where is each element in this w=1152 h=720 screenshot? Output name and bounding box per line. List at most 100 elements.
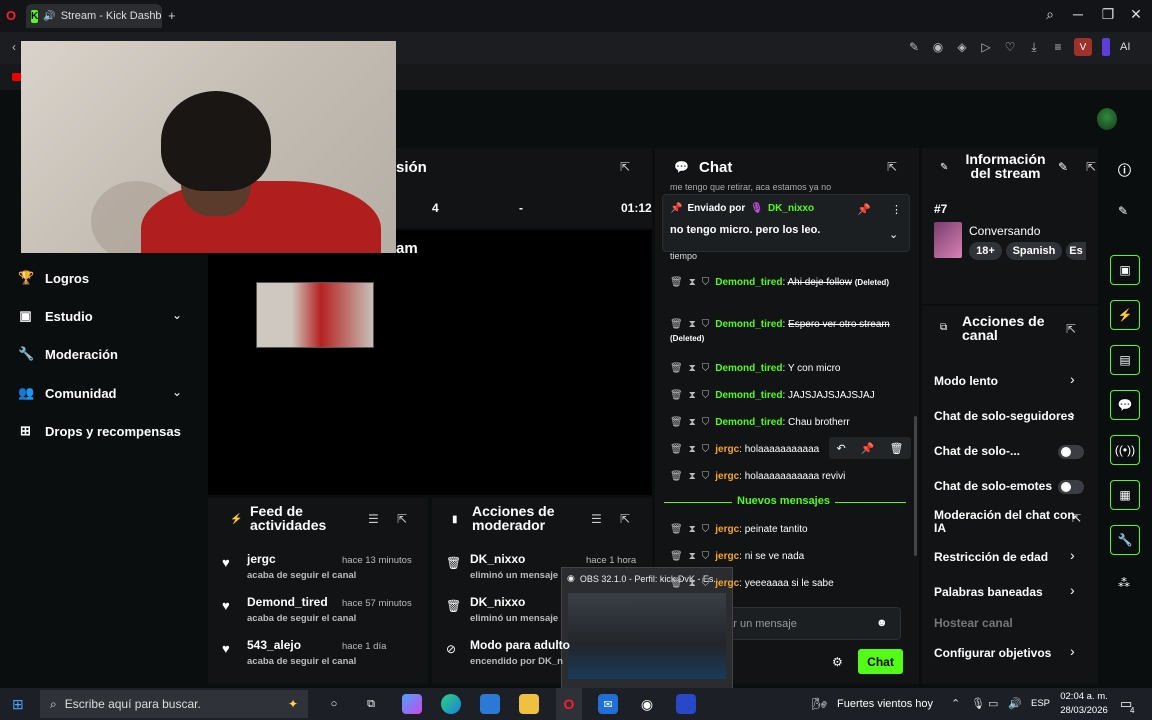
file-explorer-icon[interactable]	[519, 694, 539, 714]
timeout-icon[interactable]: ⧗	[689, 319, 696, 330]
panel-toggle-button[interactable]: ((•))	[1110, 435, 1140, 465]
activity-user[interactable]: Demond_tired	[247, 595, 328, 609]
chevron-down-icon[interactable]: ⌄	[889, 228, 898, 241]
filter-icon[interactable]: ☰	[368, 512, 379, 526]
mod-action-user[interactable]: Modo para adulto	[470, 638, 570, 652]
trash-icon[interactable]: 🗑	[670, 417, 683, 428]
ban-icon[interactable]: ⛉	[702, 363, 710, 374]
channel-action-item[interactable]: Palabras baneadas	[934, 585, 1084, 599]
edit-icon[interactable]: ✎	[1118, 204, 1128, 218]
more-icon[interactable]: ⋮	[891, 203, 902, 216]
mod-action-user[interactable]: DK_nixxo	[470, 595, 525, 609]
language-indicator[interactable]: ESP	[1031, 698, 1050, 709]
profile-avatar[interactable]: V	[1074, 38, 1092, 56]
sidebar-item-logros[interactable]: 🏆 Logros	[18, 266, 89, 290]
expand-icon[interactable]: ⇱	[1086, 160, 1096, 174]
new-tab-icon[interactable]: +	[168, 8, 176, 23]
trash-icon[interactable]: 🗑	[670, 319, 683, 330]
copilot-icon[interactable]	[402, 694, 422, 714]
menu-icon[interactable]: ≡	[1050, 40, 1066, 54]
ban-icon[interactable]: ⛉	[702, 277, 710, 288]
heart-icon[interactable]: ♡	[1002, 40, 1018, 54]
trash-icon[interactable]: 🗑	[670, 524, 683, 535]
send-chat-button[interactable]: Chat	[858, 649, 903, 674]
ban-icon[interactable]: ⛉	[702, 471, 710, 482]
sidebar-item-drops[interactable]: ⊞ Drops y recompensas	[18, 419, 181, 443]
activity-user[interactable]: jergc	[247, 552, 276, 566]
back-icon[interactable]: ‹	[6, 40, 22, 54]
task-view-icon[interactable]: ⧉	[361, 694, 381, 714]
toggle-switch[interactable]	[1058, 480, 1084, 494]
app-icon[interactable]	[676, 694, 696, 714]
clock-date[interactable]: 28/03/2026	[1058, 705, 1110, 716]
chevron-down-icon[interactable]: ⌄	[172, 385, 182, 399]
weather-text[interactable]: Fuertes vientos hoy	[837, 698, 933, 710]
trash-icon[interactable]: 🗑	[670, 363, 683, 374]
chevron-right-icon[interactable]: ›	[1070, 371, 1075, 387]
sidebar-toggle[interactable]	[1102, 38, 1110, 56]
mic-icon[interactable]: 🎙	[971, 697, 985, 710]
trash-icon[interactable]: 🗑	[670, 390, 683, 401]
ban-icon[interactable]: ⛉	[702, 390, 710, 401]
chevron-right-icon[interactable]: ›	[1070, 406, 1075, 422]
stream-preview-thumbnail[interactable]	[256, 282, 374, 348]
mod-action-user[interactable]: DK_nixxo	[470, 552, 525, 566]
taskbar-search[interactable]: ⌕ Escribe aquí para buscar. ✦	[40, 690, 308, 718]
chat-username[interactable]: jergc	[715, 551, 739, 562]
trash-icon[interactable]: 🗑	[670, 444, 683, 455]
expand-icon[interactable]: ⇱	[887, 160, 897, 174]
panel-toggle-button[interactable]: ▤	[1110, 345, 1140, 375]
clock-time[interactable]: 02:04 a. m.	[1058, 691, 1110, 702]
ban-icon[interactable]: ⛉	[702, 551, 710, 562]
unpin-icon[interactable]: 📌	[857, 203, 871, 216]
tray-chevron-icon[interactable]: ⌃	[951, 697, 960, 710]
sidebar-item-estudio[interactable]: ▣ Estudio	[18, 304, 92, 328]
sidebar-item-moderacion[interactable]: 🔧 Moderación	[18, 342, 118, 366]
filter-icon[interactable]: ☰	[591, 512, 602, 526]
camera-icon[interactable]: ◉	[930, 40, 946, 54]
timeout-icon[interactable]: ⧗	[689, 551, 696, 562]
expand-icon[interactable]: ⇱	[1066, 322, 1076, 336]
info-icon[interactable]: ⓘ	[1118, 160, 1131, 179]
timeout-icon[interactable]: ⧗	[689, 444, 696, 455]
user-avatar[interactable]	[1097, 108, 1117, 130]
ai-button[interactable]: AI	[1120, 41, 1130, 53]
expand-icon[interactable]: ⇱	[620, 512, 630, 526]
ban-icon[interactable]: ⛉	[702, 417, 710, 428]
chat-username[interactable]: jergc	[715, 444, 739, 455]
channel-action-item[interactable]: Hostear canal	[934, 616, 1084, 630]
trash-icon[interactable]: 🗑	[670, 471, 683, 482]
channel-action-item[interactable]: Configurar objetivos	[934, 646, 1084, 660]
panel-toggle-button[interactable]: 💬	[1110, 390, 1140, 420]
ban-icon[interactable]: ⛉	[702, 444, 710, 455]
panel-toggle-button[interactable]: 🔧	[1110, 525, 1140, 555]
chevron-right-icon[interactable]: ›	[1070, 547, 1075, 563]
windows-start-icon[interactable]: ⊞	[12, 696, 24, 713]
timeout-icon[interactable]: ⧗	[689, 471, 696, 482]
expand-icon[interactable]: ⇱	[620, 160, 630, 174]
external-link-icon[interactable]: ⇱	[1072, 512, 1081, 525]
speaker-icon[interactable]: 🔊	[43, 11, 55, 22]
chat-username[interactable]: jergc	[715, 524, 739, 535]
opera-icon[interactable]: O	[559, 694, 579, 714]
timeout-icon[interactable]: ⧗	[689, 578, 696, 589]
shield-icon[interactable]: ◈	[954, 40, 970, 54]
channel-action-item[interactable]: Modo lento	[934, 374, 1084, 388]
chevron-right-icon[interactable]: ›	[1070, 582, 1075, 598]
timeout-icon[interactable]: ⧗	[689, 363, 696, 374]
trash-icon[interactable]: 🗑	[670, 551, 683, 562]
sidebar-item-comunidad[interactable]: 👥 Comunidad	[18, 381, 117, 405]
panel-toggle-button[interactable]: ▣	[1110, 255, 1140, 285]
channel-action-item[interactable]: Restricción de edad	[934, 550, 1084, 564]
timeout-icon[interactable]: ⧗	[689, 390, 696, 401]
browser-tab[interactable]: K 🔊 Stream - Kick Dashboa	[26, 4, 162, 28]
cortana-icon[interactable]: ○	[324, 694, 344, 714]
chat-username[interactable]: Demond_tired	[715, 319, 782, 330]
volume-icon[interactable]: 🔊	[1008, 697, 1022, 710]
panel-toggle-button[interactable]: ⚡	[1110, 300, 1140, 330]
ban-icon[interactable]: ⛉	[702, 578, 710, 589]
chat-username[interactable]: Demond_tired	[715, 390, 782, 401]
edit-icon[interactable]: ✎	[906, 40, 922, 54]
chat-username[interactable]: Demond_tired	[715, 363, 782, 374]
store-icon[interactable]	[480, 694, 500, 714]
